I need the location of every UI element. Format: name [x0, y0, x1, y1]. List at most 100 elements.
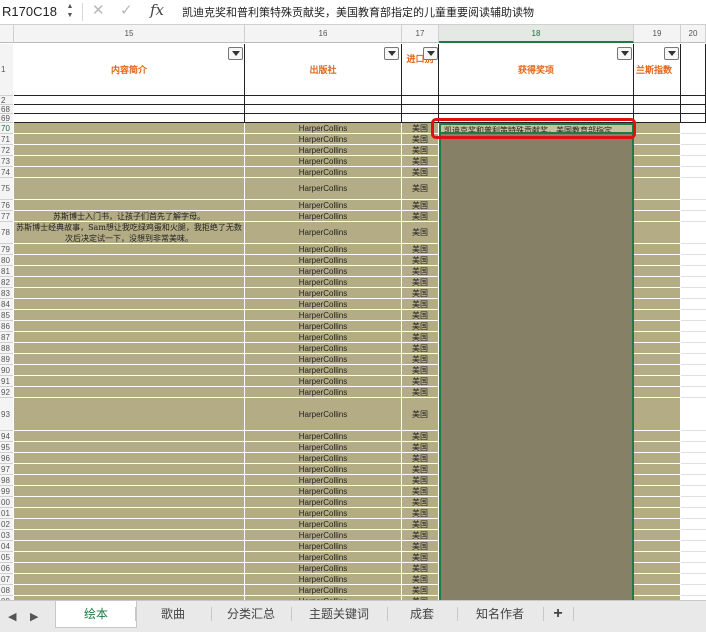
content-cell[interactable]: [14, 156, 245, 167]
import-cell[interactable]: 美国: [402, 442, 439, 453]
publisher-cell[interactable]: HarperCollins: [245, 310, 402, 321]
content-cell[interactable]: [14, 277, 245, 288]
lexile-cell[interactable]: [634, 464, 681, 475]
row-header-88[interactable]: 88: [0, 343, 13, 354]
row-header-1[interactable]: 1: [0, 44, 13, 96]
content-cell[interactable]: [14, 134, 245, 145]
import-cell[interactable]: 美国: [402, 464, 439, 475]
lexile-cell[interactable]: [634, 552, 681, 563]
filter-dropdown-button[interactable]: [664, 47, 679, 60]
publisher-cell[interactable]: HarperCollins: [245, 431, 402, 442]
import-cell[interactable]: 美国: [402, 563, 439, 574]
grid-cell[interactable]: [681, 508, 706, 519]
import-cell[interactable]: 美国: [402, 530, 439, 541]
publisher-cell[interactable]: HarperCollins: [245, 563, 402, 574]
grid-cell[interactable]: [681, 321, 706, 332]
grid-cell[interactable]: [681, 145, 706, 156]
publisher-cell[interactable]: HarperCollins: [245, 255, 402, 266]
content-cell[interactable]: [14, 530, 245, 541]
lexile-cell[interactable]: [634, 244, 681, 255]
grid-cell[interactable]: [681, 123, 706, 134]
content-cell[interactable]: [14, 288, 245, 299]
column-header-19[interactable]: 19: [634, 25, 681, 43]
row-header-71[interactable]: 71: [0, 134, 13, 145]
lexile-cell[interactable]: [634, 255, 681, 266]
import-cell[interactable]: 美国: [402, 398, 439, 431]
sheet-tab-1[interactable]: 歌曲: [135, 601, 211, 627]
awards-merged-area[interactable]: [439, 134, 634, 600]
content-cell[interactable]: [14, 255, 245, 266]
publisher-cell[interactable]: HarperCollins: [245, 508, 402, 519]
row-header-04[interactable]: 04: [0, 541, 13, 552]
row-header-02[interactable]: 02: [0, 519, 13, 530]
publisher-cell[interactable]: HarperCollins: [245, 354, 402, 365]
content-cell[interactable]: [14, 123, 245, 134]
lexile-cell[interactable]: [634, 167, 681, 178]
grid-cell[interactable]: [681, 530, 706, 541]
lexile-cell[interactable]: [634, 288, 681, 299]
import-cell[interactable]: 美国: [402, 574, 439, 585]
row-header-72[interactable]: 72: [0, 145, 13, 156]
row-header-93[interactable]: 93: [0, 398, 13, 431]
publisher-cell[interactable]: HarperCollins: [245, 398, 402, 431]
next-sheet-icon[interactable]: ▶: [30, 610, 38, 623]
import-cell[interactable]: 美国: [402, 519, 439, 530]
import-cell[interactable]: 美国: [402, 365, 439, 376]
sheet-tab-3[interactable]: 主题关键词: [291, 601, 387, 627]
add-sheet-button[interactable]: +: [543, 601, 573, 627]
publisher-cell[interactable]: HarperCollins: [245, 222, 402, 244]
grid-cell[interactable]: [681, 475, 706, 486]
grid-cell[interactable]: [681, 541, 706, 552]
grid-cell[interactable]: [681, 105, 706, 114]
row-header-98[interactable]: 98: [0, 475, 13, 486]
row-header-89[interactable]: 89: [0, 354, 13, 365]
column-header-16[interactable]: 16: [245, 25, 402, 43]
import-cell[interactable]: 美国: [402, 255, 439, 266]
content-cell[interactable]: [14, 354, 245, 365]
import-cell[interactable]: 美国: [402, 211, 439, 222]
import-cell[interactable]: 美国: [402, 145, 439, 156]
grid-cell[interactable]: [681, 255, 706, 266]
content-cell[interactable]: [14, 321, 245, 332]
publisher-cell[interactable]: HarperCollins: [245, 464, 402, 475]
content-cell[interactable]: [14, 398, 245, 431]
import-cell[interactable]: 美国: [402, 508, 439, 519]
lexile-cell[interactable]: [634, 376, 681, 387]
lexile-cell[interactable]: [634, 475, 681, 486]
header-cell-content[interactable]: 内容简介: [14, 44, 245, 96]
row-header-90[interactable]: 90: [0, 365, 13, 376]
spreadsheet-grid[interactable]: 15 16 17 18 19 20 1 内容简介 出版社 进口别 获得奖项 兰斯指数 2 68 69 70 Ha…: [0, 25, 706, 600]
grid-cell[interactable]: [681, 266, 706, 277]
row-header-08[interactable]: 08: [0, 585, 13, 596]
row-header-85[interactable]: 85: [0, 310, 13, 321]
grid-cell[interactable]: [681, 497, 706, 508]
import-cell[interactable]: 美国: [402, 387, 439, 398]
publisher-cell[interactable]: HarperCollins: [245, 134, 402, 145]
grid-cell[interactable]: [681, 585, 706, 596]
import-cell[interactable]: 美国: [402, 354, 439, 365]
publisher-cell[interactable]: HarperCollins: [245, 453, 402, 464]
publisher-cell[interactable]: HarperCollins: [245, 442, 402, 453]
publisher-cell[interactable]: HarperCollins: [245, 244, 402, 255]
grid-cell[interactable]: [681, 453, 706, 464]
filter-dropdown-button[interactable]: [228, 47, 243, 60]
publisher-cell[interactable]: HarperCollins: [245, 200, 402, 211]
import-cell[interactable]: 美国: [402, 277, 439, 288]
grid-cell[interactable]: [681, 486, 706, 497]
content-cell[interactable]: [14, 343, 245, 354]
import-cell[interactable]: 美国: [402, 552, 439, 563]
prev-sheet-icon[interactable]: ◀: [8, 610, 16, 623]
grid-cell[interactable]: [439, 96, 634, 105]
import-cell[interactable]: 美国: [402, 288, 439, 299]
publisher-cell[interactable]: HarperCollins: [245, 288, 402, 299]
grid-cell[interactable]: [681, 574, 706, 585]
publisher-cell[interactable]: HarperCollins: [245, 585, 402, 596]
content-cell[interactable]: [14, 310, 245, 321]
import-cell[interactable]: 美国: [402, 310, 439, 321]
import-cell[interactable]: 美国: [402, 431, 439, 442]
lexile-cell[interactable]: [634, 354, 681, 365]
import-cell[interactable]: 美国: [402, 321, 439, 332]
row-header-99[interactable]: 99: [0, 486, 13, 497]
grid-cell[interactable]: [681, 156, 706, 167]
column-header-18[interactable]: 18: [439, 25, 634, 43]
